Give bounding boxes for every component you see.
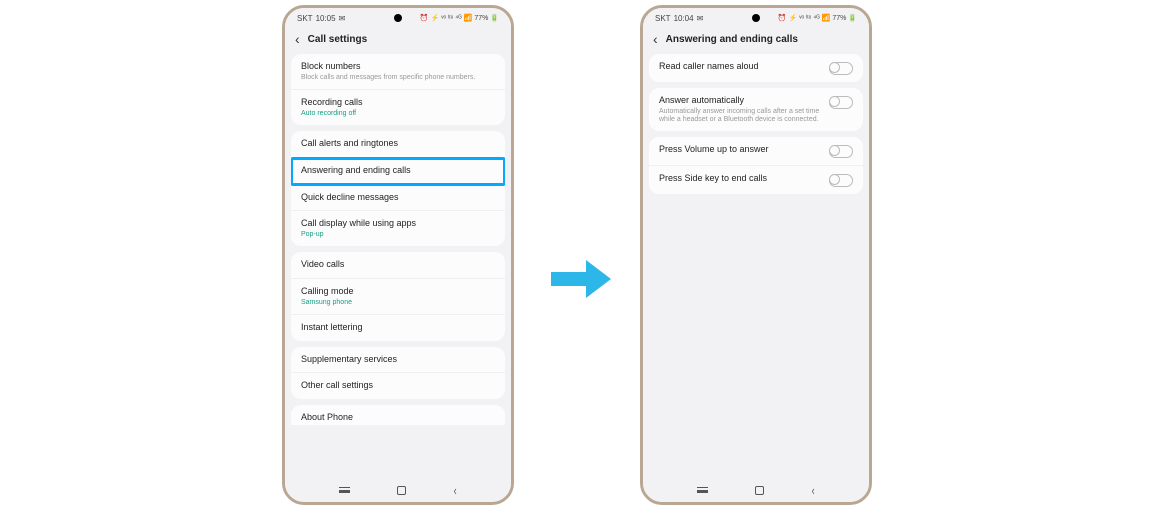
toggle-switch[interactable] [829,96,853,109]
setting-instant-lettering[interactable]: Instant lettering [291,315,505,341]
toggle-switch[interactable] [829,174,853,187]
nav-back-icon[interactable]: ‹ [812,483,815,498]
settings-group: Call alerts and ringtones Answering and … [291,131,505,246]
setting-label: Answer automatically [659,95,823,107]
setting-other-call[interactable]: Other call settings [291,373,505,399]
carrier-label: SKT [297,14,313,23]
setting-answering-ending[interactable]: Answering and ending calls [291,158,505,185]
setting-sublabel: Samsung phone [301,299,495,307]
setting-volume-up-answer[interactable]: Press Volume up to answer [649,137,863,166]
settings-group: Read caller names aloud [649,54,863,82]
setting-label: Video calls [301,259,495,271]
settings-group: Supplementary services Other call settin… [291,347,505,399]
phone-right: SKT 10:04 ✉ ⏰ ⚡ ᵛᵒ ˡᵗᵉ ⁴ᴳ 📶 77% 🔋 ‹ Answ… [640,5,872,505]
setting-label: Call display while using apps [301,218,495,230]
setting-quick-decline[interactable]: Quick decline messages [291,185,505,212]
nav-recents-icon[interactable] [339,487,350,493]
arrow-right-icon [546,254,616,304]
setting-supplementary[interactable]: Supplementary services [291,347,505,374]
setting-label: Press Volume up to answer [659,144,823,156]
status-icons: ⏰ ⚡ ᵛᵒ ˡᵗᵉ ⁴ᴳ 📶 77% 🔋 [420,14,499,22]
setting-video-calls[interactable]: Video calls [291,252,505,279]
nav-home-icon[interactable] [397,486,406,495]
message-icon: ✉ [697,14,704,23]
back-icon[interactable]: ‹ [295,32,300,46]
settings-group: Answer automatically Automatically answe… [649,88,863,131]
setting-label: Block numbers [301,61,495,73]
setting-side-key-end[interactable]: Press Side key to end calls [649,166,863,194]
settings-group: Video calls Calling mode Samsung phone I… [291,252,505,340]
setting-label: Answering and ending calls [301,165,495,177]
back-icon[interactable]: ‹ [653,32,658,46]
carrier-label: SKT [655,14,671,23]
toggle-switch[interactable] [829,62,853,75]
setting-answer-automatically[interactable]: Answer automatically Automatically answe… [649,88,863,131]
screen-header: ‹ Answering and ending calls [643,28,869,54]
setting-about-phone[interactable]: About Phone [301,412,495,424]
settings-group-partial: About Phone [291,405,505,425]
setting-label: Other call settings [301,380,495,392]
message-icon: ✉ [339,14,346,23]
nav-bar: ‹ [285,478,511,502]
camera-punch-hole [752,14,760,22]
setting-sublabel: Block calls and messages from specific p… [301,74,495,82]
phone-left: SKT 10:05 ✉ ⏰ ⚡ ᵛᵒ ˡᵗᵉ ⁴ᴳ 📶 77% 🔋 ‹ Call… [282,5,514,505]
page-title: Call settings [308,34,367,45]
setting-label: Calling mode [301,286,495,298]
setting-calling-mode[interactable]: Calling mode Samsung phone [291,279,505,315]
toggle-switch[interactable] [829,145,853,158]
setting-call-display[interactable]: Call display while using apps Pop-up [291,211,505,246]
setting-recording-calls[interactable]: Recording calls Auto recording off [291,90,505,125]
page-title: Answering and ending calls [666,34,798,45]
setting-label: Recording calls [301,97,495,109]
setting-sublabel: Pop-up [301,231,495,239]
settings-group: Press Volume up to answer Press Side key… [649,137,863,194]
time-label: 10:04 [674,14,694,23]
setting-label: Quick decline messages [301,192,495,204]
setting-label: Call alerts and ringtones [301,138,495,150]
nav-back-icon[interactable]: ‹ [454,483,457,498]
setting-sublabel: Auto recording off [301,110,495,118]
camera-punch-hole [394,14,402,22]
settings-content: Read caller names aloud Answer automatic… [643,54,869,492]
status-icons: ⏰ ⚡ ᵛᵒ ˡᵗᵉ ⁴ᴳ 📶 77% 🔋 [778,14,857,22]
setting-label: Supplementary services [301,354,495,366]
setting-sublabel: Automatically answer incoming calls afte… [659,108,823,125]
nav-home-icon[interactable] [755,486,764,495]
time-label: 10:05 [316,14,336,23]
nav-recents-icon[interactable] [697,487,708,493]
setting-read-caller-aloud[interactable]: Read caller names aloud [649,54,863,82]
setting-block-numbers[interactable]: Block numbers Block calls and messages f… [291,54,505,90]
settings-content: Block numbers Block calls and messages f… [285,54,511,492]
settings-group: Block numbers Block calls and messages f… [291,54,505,125]
setting-label: Instant lettering [301,322,495,334]
screen-header: ‹ Call settings [285,28,511,54]
setting-label: Press Side key to end calls [659,173,823,185]
setting-label: Read caller names aloud [659,61,823,73]
setting-call-alerts[interactable]: Call alerts and ringtones [291,131,505,158]
nav-bar: ‹ [643,478,869,502]
